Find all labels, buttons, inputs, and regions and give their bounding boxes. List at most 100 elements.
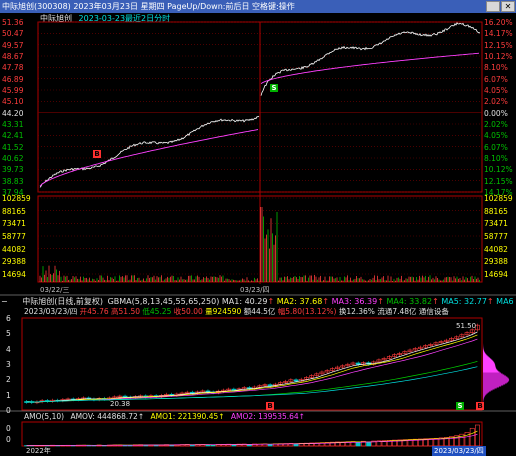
amo-tick-top: 0 bbox=[6, 424, 11, 433]
intraday-percent-tick: 10.12% bbox=[484, 52, 513, 61]
daily-low-note: 20.38 bbox=[110, 400, 130, 408]
intraday-avg-line-day2 bbox=[261, 53, 479, 83]
amo-header: AMO(5,10) AMOV: 444868.72↑ AMO1: 221390.… bbox=[24, 412, 305, 422]
intraday-price-tick: 41.52 bbox=[2, 143, 23, 152]
intraday-percent-tick: 2.02% bbox=[484, 97, 508, 106]
volume-tick-right: 88165 bbox=[484, 207, 508, 216]
daily-tick: 5 bbox=[6, 329, 11, 338]
info-open: 开45.76 bbox=[80, 307, 109, 316]
daily-ma-line bbox=[27, 367, 478, 402]
candle-body bbox=[356, 363, 360, 365]
amo-tick-bottom: 0 bbox=[6, 435, 11, 444]
ma6-label: MA6 bbox=[496, 297, 513, 306]
ma4-value: MA4: 33.82 bbox=[386, 297, 432, 306]
ma5-value: MA5: 32.77 bbox=[441, 297, 487, 306]
intraday-price-tick: 46.89 bbox=[2, 75, 23, 84]
info-volume: 量924590 bbox=[205, 307, 241, 316]
info-date: 2023/03/23/四 bbox=[24, 307, 77, 316]
daily-tick: 0 bbox=[6, 406, 11, 415]
info-amount: 额44.5亿 bbox=[244, 307, 276, 316]
candle-body bbox=[247, 388, 251, 389]
info-industry: 通信设备 bbox=[419, 307, 449, 316]
ma2-arrow: ↑ bbox=[322, 297, 329, 306]
intraday-percent-tick: 4.05% bbox=[484, 86, 508, 95]
daily-tick: 6 bbox=[6, 314, 11, 323]
ma1-value: MA1: 40.29 bbox=[222, 297, 268, 306]
intraday-price-tick: 45.99 bbox=[2, 86, 23, 95]
daily-sell-marker[interactable]: S bbox=[456, 402, 464, 410]
intraday-percent-tick: 12.15% bbox=[484, 177, 513, 186]
day1-label: 03/22/三 bbox=[40, 285, 70, 295]
info-low: 低45.25 bbox=[142, 307, 171, 316]
volume-tick: 88165 bbox=[2, 207, 26, 216]
daily-ma-line bbox=[27, 332, 478, 402]
intraday-percent-tick: 2.02% bbox=[484, 120, 508, 129]
info-high: 高51.50 bbox=[111, 307, 140, 316]
intraday-price-tick: 45.10 bbox=[2, 97, 23, 106]
intraday-price-tick: 38.83 bbox=[2, 177, 23, 186]
intraday-percent-tick: 4.05% bbox=[484, 131, 508, 140]
ma3-value: MA3: 36.39 bbox=[332, 297, 378, 306]
ma4-arrow: ↑ bbox=[432, 297, 439, 306]
info-float: 流通7.48亿 bbox=[377, 307, 416, 316]
intraday-percent-tick: 8.10% bbox=[484, 63, 508, 72]
buy-marker[interactable]: B bbox=[93, 150, 101, 158]
intraday-percent-tick: 10.12% bbox=[484, 165, 513, 174]
ma5-arrow: ↑ bbox=[487, 297, 494, 306]
intraday-price-tick: 49.57 bbox=[2, 41, 23, 50]
daily-tick: 1 bbox=[6, 391, 11, 400]
intraday-price-tick: 40.62 bbox=[2, 154, 23, 163]
daily-header: − 中际旭创(日线,前复权) GBMA(5,8,13,45,55,65,250)… bbox=[1, 297, 514, 307]
volume-tick: 14694 bbox=[2, 270, 26, 279]
daily-high-note: 51.50 bbox=[456, 322, 476, 330]
day2-label: 03/23/四 bbox=[240, 285, 270, 295]
daily-info-line: 2023/03/23/四 开45.76 高51.50 低45.25 收50.00… bbox=[24, 307, 449, 317]
amo-bar bbox=[356, 443, 360, 446]
amo-bar bbox=[367, 442, 371, 446]
volume-tick-right: 73471 bbox=[484, 219, 508, 228]
intraday-price-tick: 43.31 bbox=[2, 120, 23, 129]
volume-tick: 102859 bbox=[2, 194, 31, 203]
volume-tick-right: 29388 bbox=[484, 257, 508, 266]
amo2-value: AMO2: 139535.64↑ bbox=[231, 412, 305, 421]
sell-marker[interactable]: S bbox=[270, 84, 278, 92]
volume-tick-right: 102859 bbox=[484, 194, 513, 203]
intraday-percent-tick: 14.17% bbox=[484, 29, 513, 38]
volume-tick-right: 14694 bbox=[484, 270, 508, 279]
daily-buy-marker[interactable]: B bbox=[266, 402, 274, 410]
gbma-label: GBMA(5,8,13,45,55,65,250) bbox=[108, 297, 220, 306]
collapse-button[interactable]: − bbox=[1, 297, 8, 306]
amo-bar bbox=[470, 428, 474, 446]
daily-buy-marker-2[interactable]: B bbox=[476, 402, 484, 410]
daily-ma-line bbox=[27, 335, 478, 402]
volume-tick-right: 58777 bbox=[484, 232, 508, 241]
daily-frame bbox=[22, 318, 482, 410]
amo1-value: AMO1: 221390.45↑ bbox=[151, 412, 225, 421]
candle-body bbox=[123, 396, 127, 397]
candle-body bbox=[294, 380, 298, 381]
intraday-price-tick: 47.78 bbox=[2, 63, 23, 72]
intraday-percent-tick: 0.00% bbox=[484, 109, 508, 118]
daily-tick: 2 bbox=[6, 375, 11, 384]
volume-tick: 44082 bbox=[2, 245, 26, 254]
intraday-price-tick: 39.73 bbox=[2, 165, 23, 174]
ma1-arrow: ↑ bbox=[267, 297, 274, 306]
intraday-percent-tick: 6.07% bbox=[484, 143, 508, 152]
volume-tick: 73471 bbox=[2, 219, 26, 228]
volume-tick: 58777 bbox=[2, 232, 26, 241]
amo-bar bbox=[475, 425, 479, 446]
volume-tick: 29388 bbox=[2, 257, 26, 266]
amo-bar bbox=[268, 444, 272, 446]
intraday-price-tick: 48.67 bbox=[2, 52, 23, 61]
chart-canvas[interactable] bbox=[0, 0, 516, 455]
amo-bar bbox=[190, 445, 194, 446]
intraday-price-tick: 44.20 bbox=[2, 109, 23, 118]
ma3-arrow: ↑ bbox=[377, 297, 384, 306]
intraday-percent-tick: 6.07% bbox=[484, 75, 508, 84]
amo-bar bbox=[294, 444, 298, 446]
daily-title: 中际旭创(日线,前复权) bbox=[22, 297, 103, 306]
intraday-price-tick: 50.47 bbox=[2, 29, 23, 38]
daily-tick: 3 bbox=[6, 360, 11, 369]
info-change: 幅5.80(13.12%) bbox=[278, 307, 337, 316]
ma2-value: MA2: 37.68 bbox=[277, 297, 323, 306]
